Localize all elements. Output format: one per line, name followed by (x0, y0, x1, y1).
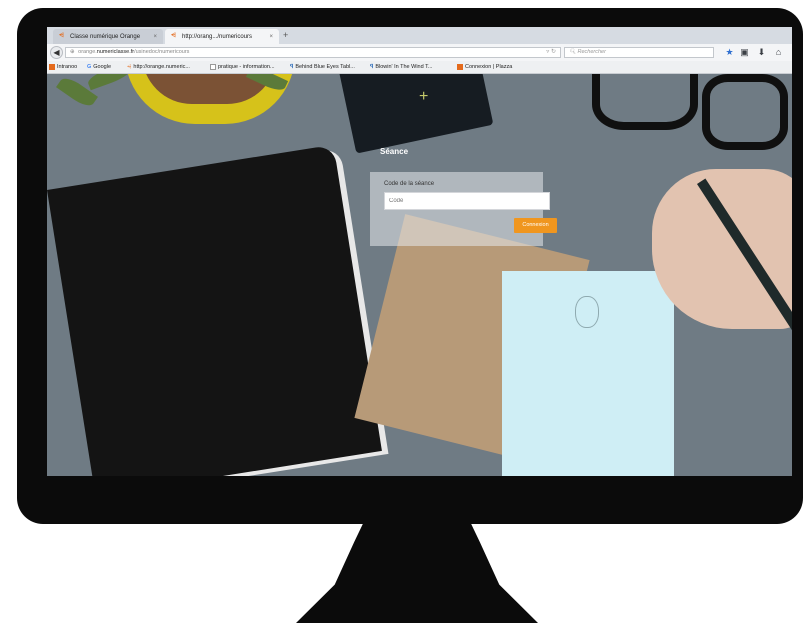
monitor-stand (296, 522, 538, 623)
google-icon: G (87, 64, 92, 70)
background-glasses (592, 74, 698, 130)
background-glasses (702, 74, 788, 150)
plus-mark-icon: + (419, 88, 429, 105)
session-code-input[interactable] (384, 192, 550, 210)
page-icon (210, 64, 216, 70)
bookmark-label: http://orange.numeric... (133, 64, 190, 70)
bookmark-google[interactable]: G Google (87, 63, 111, 71)
page-content: + Séance Code de la séance Connexion (47, 74, 792, 476)
page-title: Séance (380, 147, 409, 156)
monogram-icon (575, 296, 599, 328)
code-field-label: Code de la séance (384, 181, 435, 187)
bookmark-label: Behind Blue Eyes Tabl... (295, 64, 355, 70)
tab-label: Classe numérique Orange (70, 33, 141, 40)
bookmark-label: Intranoo (57, 64, 78, 70)
bookmark-behind-blue-eyes[interactable]: ꟼ Behind Blue Eyes Tabl... (290, 63, 355, 71)
orange-square-icon (457, 64, 463, 70)
bookmark-label: Google (93, 64, 112, 70)
orange-square-icon (49, 64, 55, 70)
search-icon: 🔍︎ (569, 49, 578, 55)
bookmark-connexion-plazza[interactable]: Connexion | Plazza (457, 63, 512, 71)
tabs-site-icon: ꟼ (290, 64, 294, 70)
session-code-form: Code de la séance Connexion (370, 172, 557, 246)
search-input[interactable]: 🔍︎ Rechercher (564, 47, 714, 58)
orange-favicon-icon: ⩤ (127, 64, 132, 70)
bookmark-label: Connexion | Plazza (465, 64, 513, 70)
tab-classe-numerique[interactable]: ⩤ Classe numérique Orange × (53, 29, 163, 44)
connexion-button[interactable]: Connexion (514, 218, 557, 233)
close-tab-icon[interactable]: × (269, 34, 273, 40)
navigation-bar: ◀ ⊕ orange.numericlasse.fr/usinedoc/nume… (47, 44, 792, 61)
reload-icon[interactable]: ▿ ↻ (546, 48, 556, 57)
url-path: /usinedoc/numericours (134, 49, 190, 55)
bookmark-orange-numeric[interactable]: ⩤ http://orange.numeric... (127, 63, 190, 71)
orange-favicon-icon: ⩤ (59, 33, 64, 39)
clipboard-icon[interactable]: ▣ (739, 47, 750, 58)
address-bar[interactable]: ⊕ orange.numericlasse.fr/usinedoc/numeri… (65, 47, 561, 58)
background-large-notebook (47, 144, 382, 476)
bookmark-label: Blowin' In The Wind T... (375, 64, 433, 70)
tabs-site-icon: ꟼ (370, 64, 374, 70)
bookmarks-bar: Intranoo G Google ⩤ http://orange.numeri… (47, 61, 792, 74)
browser-window: ⩤ Classe numérique Orange × ⩤ http://ora… (47, 27, 792, 476)
tab-label: http://orang.../numericours (182, 33, 253, 40)
back-button[interactable]: ◀ (50, 46, 63, 59)
url-domain: numericlasse.fr (96, 49, 135, 55)
search-placeholder: Rechercher (577, 49, 606, 55)
background-leaf (85, 74, 134, 91)
bookmark-blowin-in-the-wind[interactable]: ꟼ Blowin' In The Wind T... (370, 63, 432, 71)
download-icon[interactable]: ⬇ (756, 47, 767, 58)
bookmark-pratique[interactable]: pratique - information... (210, 63, 275, 71)
bookmark-label: pratique - information... (218, 64, 275, 70)
home-icon[interactable]: ⌂ (773, 47, 784, 58)
tab-numericours[interactable]: ⩤ http://orang.../numericours × (165, 29, 279, 44)
site-info-icon[interactable]: ⊕ (70, 49, 75, 55)
bookmark-intranoo[interactable]: Intranoo (49, 63, 77, 71)
url-prefix: orange. (78, 49, 97, 55)
star-icon[interactable]: ★ (724, 47, 735, 58)
orange-favicon-icon: ⩤ (171, 33, 176, 39)
new-tab-button[interactable]: + (283, 29, 288, 42)
background-black-notebook (338, 74, 494, 154)
tab-bar: ⩤ Classe numérique Orange × ⩤ http://ora… (47, 27, 792, 44)
close-tab-icon[interactable]: × (153, 34, 157, 40)
